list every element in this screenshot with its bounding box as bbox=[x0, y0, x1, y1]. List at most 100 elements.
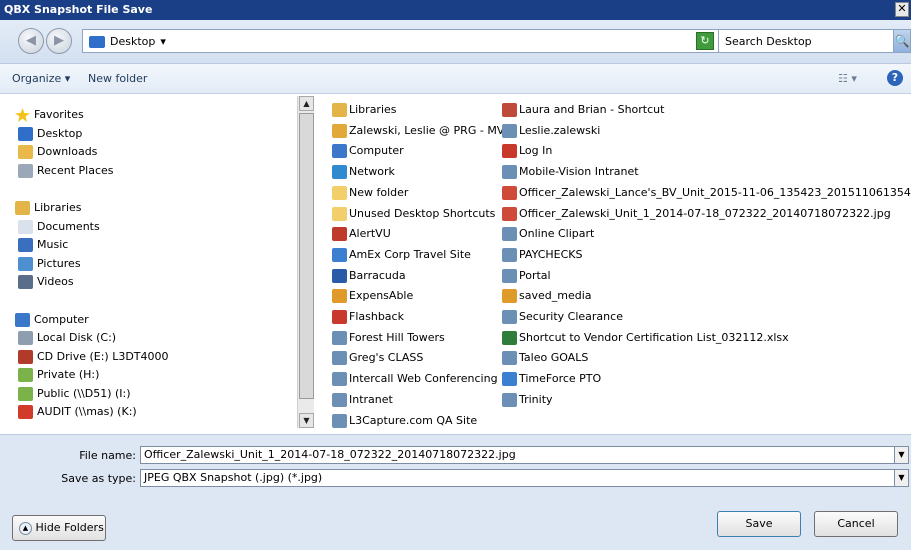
sidebar-item[interactable]: Desktop bbox=[18, 125, 82, 143]
search-input[interactable]: Search Desktop bbox=[718, 29, 894, 53]
shortcut-icon bbox=[332, 227, 347, 242]
file-item[interactable]: Unused Desktop Shortcuts bbox=[332, 204, 495, 224]
file-item[interactable]: Computer bbox=[332, 141, 404, 161]
file-item[interactable]: Flashback bbox=[332, 307, 404, 327]
file-item[interactable]: Portal bbox=[502, 266, 551, 286]
file-item[interactable]: Officer_Zalewski_Lance's_BV_Unit_2015-11… bbox=[502, 183, 911, 203]
file-item[interactable]: ExpensAble bbox=[332, 286, 413, 306]
folder-icon bbox=[332, 206, 347, 221]
file-item-label: L3Capture.com QA Site bbox=[349, 413, 478, 427]
file-item-label: Unused Desktop Shortcuts bbox=[349, 206, 496, 220]
sidebar-item-label: AUDIT (\\mas) (K:) bbox=[37, 405, 137, 418]
file-item-label: Mobile-Vision Intranet bbox=[519, 165, 639, 179]
file-item-label: ExpensAble bbox=[349, 289, 414, 303]
file-item[interactable]: TimeForce PTO bbox=[502, 369, 601, 389]
shortcut-icon bbox=[332, 372, 347, 387]
network-icon bbox=[332, 165, 347, 180]
file-item[interactable]: Barracuda bbox=[332, 266, 406, 286]
sidebar-item[interactable]: Local Disk (C:) bbox=[18, 329, 116, 347]
file-item[interactable]: AmEx Corp Travel Site bbox=[332, 245, 471, 265]
file-item-label: Barracuda bbox=[349, 268, 406, 282]
file-item[interactable]: Intercall Web Conferencing bbox=[332, 369, 498, 389]
file-item-label: Shortcut to Vendor Certification List_03… bbox=[519, 330, 789, 344]
save-type-select[interactable]: JPEG QBX Snapshot (.jpg) (*.jpg) bbox=[140, 469, 895, 487]
desktop-icon bbox=[18, 126, 33, 141]
file-item[interactable]: saved_media bbox=[502, 286, 592, 306]
pictures-icon bbox=[18, 256, 33, 271]
help-icon[interactable]: ? bbox=[887, 70, 903, 86]
sidebar-item[interactable]: Videos bbox=[18, 273, 74, 291]
sidebar-item-label: Computer bbox=[34, 312, 89, 326]
navigation-pane: Favorites Desktop Downloads Recent Places Li… bbox=[15, 96, 297, 432]
cancel-button[interactable]: Cancel bbox=[814, 511, 898, 537]
file-item[interactable]: PAYCHECKS bbox=[502, 245, 583, 265]
shortcut-icon bbox=[502, 392, 517, 407]
file-item[interactable]: Log In bbox=[502, 141, 552, 161]
sidebar-item[interactable]: Private (H:) bbox=[18, 366, 99, 384]
filename-dropdown-icon[interactable]: ▼ bbox=[894, 446, 909, 464]
shortcut-icon bbox=[332, 268, 347, 283]
file-item-label: Leslie.zalewski bbox=[519, 123, 601, 137]
file-item[interactable]: Taleo GOALS bbox=[502, 348, 588, 368]
file-item[interactable]: L3Capture.com QA Site bbox=[332, 411, 477, 431]
file-item[interactable]: Shortcut to Vendor Certification List_03… bbox=[502, 328, 789, 348]
desktop-icon bbox=[89, 35, 105, 48]
sidebar-item[interactable]: Public (\\D51) (I:) bbox=[18, 385, 131, 403]
file-list: Libraries Zalewski, Leslie @ PRG - MVI Com… bbox=[330, 100, 911, 432]
sidebar-item[interactable]: Pictures bbox=[18, 255, 81, 273]
save-type-dropdown-icon[interactable]: ▼ bbox=[894, 469, 909, 487]
shortcut-icon bbox=[332, 247, 347, 262]
file-item[interactable]: Laura and Brian - Shortcut bbox=[502, 100, 664, 120]
scroll-thumb[interactable] bbox=[299, 113, 314, 399]
hide-folders-button[interactable]: ▲ Hide Folders bbox=[12, 515, 106, 541]
sidebar-item[interactable]: Recent Places bbox=[18, 162, 114, 180]
sidebar-item[interactable]: Music bbox=[18, 236, 68, 254]
sidebar-item[interactable]: Computer bbox=[15, 311, 89, 329]
sidebar-item[interactable]: CD Drive (E:) L3DT4000 bbox=[18, 348, 169, 366]
shortcut-icon bbox=[332, 413, 347, 428]
sidebar-item[interactable]: Favorites bbox=[15, 106, 84, 124]
file-item[interactable]: Greg's CLASS bbox=[332, 348, 423, 368]
back-button[interactable]: ◀ bbox=[18, 28, 44, 54]
file-item[interactable]: Intranet bbox=[332, 390, 393, 410]
sidebar-item[interactable]: Documents bbox=[18, 218, 100, 236]
close-button[interactable]: ✕ bbox=[895, 2, 909, 17]
address-location[interactable]: Desktop bbox=[110, 35, 155, 48]
scroll-up-button[interactable]: ▲ bbox=[299, 96, 314, 111]
filename-input[interactable]: Officer_Zalewski_Unit_1_2014-07-18_07232… bbox=[140, 446, 895, 464]
file-item-label: Trinity bbox=[519, 392, 553, 406]
file-item[interactable]: Officer_Zalewski_Unit_1_2014-07-18_07232… bbox=[502, 204, 891, 224]
address-bar[interactable]: Desktop ▾ ▼ bbox=[82, 29, 722, 53]
forward-button[interactable]: ▶ bbox=[46, 28, 72, 54]
file-item[interactable]: New folder bbox=[332, 183, 408, 203]
file-item[interactable]: Security Clearance bbox=[502, 307, 623, 327]
sidebar-item[interactable]: Downloads bbox=[18, 143, 97, 161]
sidebar-item[interactable]: Libraries bbox=[15, 199, 82, 217]
file-item[interactable]: Trinity bbox=[502, 390, 553, 410]
breadcrumb-chevron-icon[interactable]: ▾ bbox=[160, 35, 166, 48]
scroll-down-button[interactable]: ▼ bbox=[299, 413, 314, 428]
file-item[interactable]: Leslie.zalewski bbox=[502, 121, 600, 141]
file-item[interactable]: AlertVU bbox=[332, 224, 391, 244]
sidebar-item-label: Videos bbox=[37, 275, 74, 288]
file-item[interactable]: Forest Hill Towers bbox=[332, 328, 445, 348]
file-item-label: Forest Hill Towers bbox=[349, 330, 445, 344]
new-folder-button[interactable]: New folder bbox=[88, 72, 147, 85]
file-item[interactable]: Network bbox=[332, 162, 395, 182]
network-drive-icon bbox=[18, 386, 33, 401]
search-icon[interactable]: 🔍 bbox=[893, 29, 911, 53]
file-item[interactable]: Online Clipart bbox=[502, 224, 594, 244]
save-button[interactable]: Save bbox=[717, 511, 801, 537]
file-item[interactable]: Libraries bbox=[332, 100, 397, 120]
file-item[interactable]: Mobile-Vision Intranet bbox=[502, 162, 639, 182]
organize-menu[interactable]: Organize ▾ bbox=[12, 72, 70, 85]
sidebar-item-label: Public (\\D51) (I:) bbox=[37, 386, 131, 400]
shortcut-icon bbox=[502, 351, 517, 366]
sidebar-item[interactable]: AUDIT (\\mas) (K:) bbox=[18, 403, 137, 421]
excel-shortcut-icon bbox=[502, 330, 517, 345]
command-toolbar: Organize ▾ New folder ☷ ▾ ? bbox=[0, 64, 911, 94]
nav-pane-scrollbar[interactable]: ▲ ▼ bbox=[297, 96, 314, 428]
refresh-button[interactable]: ↻ bbox=[696, 32, 714, 50]
file-item[interactable]: Zalewski, Leslie @ PRG - MVI bbox=[332, 121, 508, 141]
view-options-icon[interactable]: ☷ ▾ bbox=[838, 72, 857, 85]
